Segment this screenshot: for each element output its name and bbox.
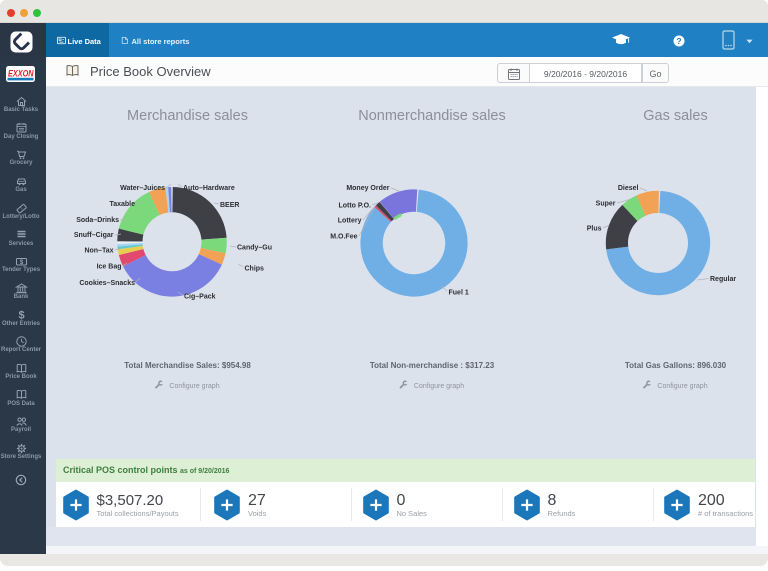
svg-text:Lottery: Lottery bbox=[338, 218, 362, 225]
svg-text:Auto–Hardware: Auto–Hardware bbox=[183, 185, 235, 192]
svg-text:Plus: Plus bbox=[587, 226, 602, 233]
svg-text:Candy–Gu: Candy–Gu bbox=[237, 245, 272, 252]
svg-text:Non–Tax: Non–Tax bbox=[84, 248, 113, 255]
svg-text:?: ? bbox=[676, 36, 681, 46]
svg-text:Taxable: Taxable bbox=[109, 201, 135, 208]
svg-text:BEER: BEER bbox=[220, 202, 239, 209]
svg-text:Configure graph: Configure graph bbox=[414, 383, 464, 390]
svg-text:Chips: Chips bbox=[245, 266, 265, 273]
svg-text:Lotto P.O.: Lotto P.O. bbox=[338, 203, 371, 210]
svg-text:Merchandise sales: Merchandise sales bbox=[127, 108, 248, 124]
svg-text:M.O.Fee: M.O.Fee bbox=[330, 234, 357, 241]
svg-text:Soda–Drinks: Soda–Drinks bbox=[76, 217, 119, 224]
svg-text:$: $ bbox=[18, 310, 24, 322]
svg-text:Snuff–Cigar: Snuff–Cigar bbox=[74, 232, 114, 239]
svg-text:Total Gas Gallons: 896.030: Total Gas Gallons: 896.030 bbox=[625, 361, 727, 370]
svg-text:Ice Bag: Ice Bag bbox=[97, 264, 122, 271]
svg-text:Total Merchandise Sales: $954.: Total Merchandise Sales: $954.98 bbox=[124, 361, 251, 370]
svg-text:Super: Super bbox=[596, 201, 616, 208]
svg-text:Gas sales: Gas sales bbox=[643, 108, 707, 124]
svg-text:Cookies–Snacks: Cookies–Snacks bbox=[79, 280, 135, 287]
svg-text:Water–Juices: Water–Juices bbox=[120, 185, 165, 192]
svg-text:Configure graph: Configure graph bbox=[657, 383, 707, 390]
svg-text:Nonmerchandise sales: Nonmerchandise sales bbox=[358, 108, 506, 124]
svg-text:Money Order: Money Order bbox=[346, 185, 389, 192]
svg-text:Total Non-merchandise : $317.2: Total Non-merchandise : $317.23 bbox=[370, 361, 495, 370]
svg-text:Cig–Pack: Cig–Pack bbox=[184, 294, 216, 301]
svg-text:Fuel 1: Fuel 1 bbox=[449, 290, 469, 297]
svg-text:Configure graph: Configure graph bbox=[169, 383, 219, 390]
svg-text:Regular: Regular bbox=[710, 276, 736, 283]
svg-text:Diesel: Diesel bbox=[618, 185, 639, 192]
